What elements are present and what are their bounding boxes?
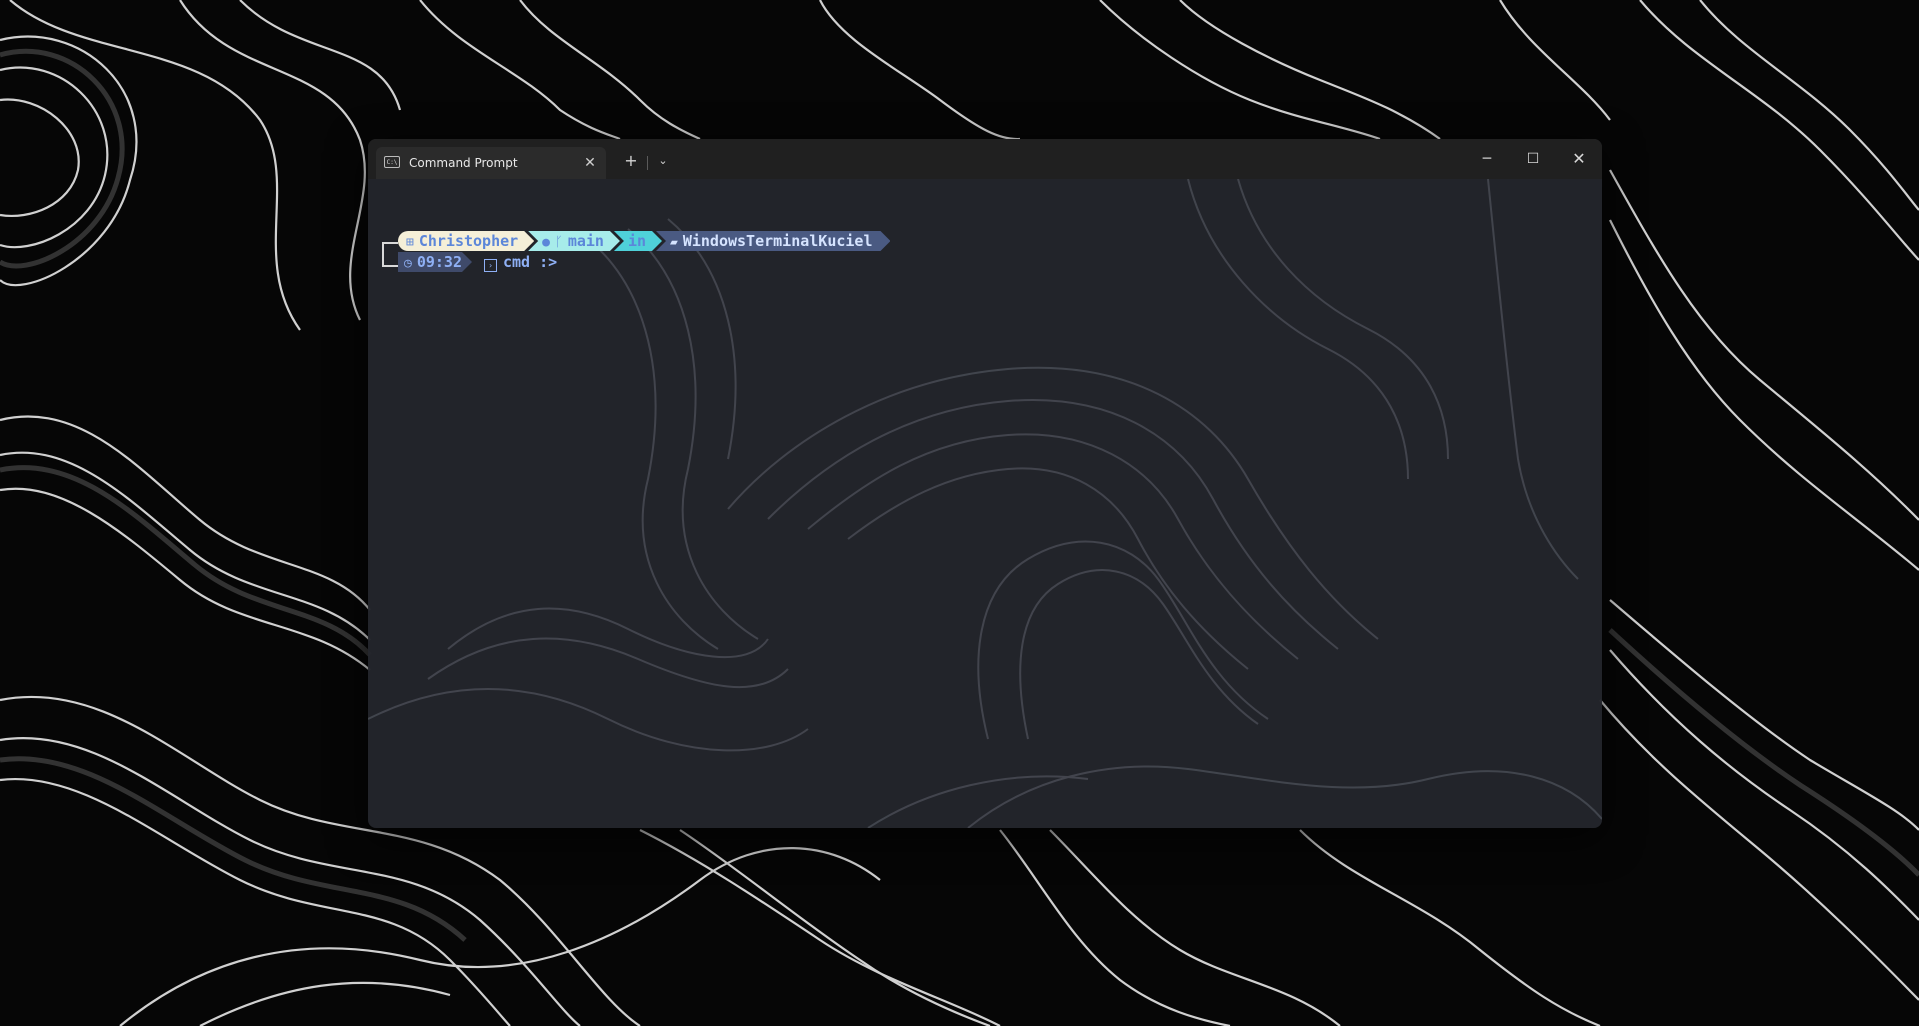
prompt-branch: main (567, 232, 604, 250)
shell-indicator: › cmd :> (472, 253, 557, 272)
close-tab-icon[interactable]: ✕ (580, 153, 600, 173)
git-segment: ● ᚴ main (528, 231, 620, 251)
terminal-content[interactable]: ⊞ Christopher ● ᚴ main in ▰ WindowsTerminalK… (368, 179, 1602, 828)
new-tab-button[interactable]: + (618, 147, 644, 175)
terminal-icon: › (483, 258, 497, 272)
chevron-down-icon[interactable]: ⌄ (652, 147, 674, 175)
github-icon: ● (542, 235, 550, 250)
prompt-time: 09:32 (416, 253, 462, 271)
close-window-button[interactable]: ✕ (1556, 139, 1602, 179)
prompt-bracket (382, 242, 398, 267)
title-bar: C:\ Command Prompt ✕ + ⌄ ─ ☐ ✕ (368, 139, 1602, 179)
windows-icon: ⊞ (406, 235, 414, 250)
tab-button-divider (647, 156, 648, 170)
prompt-line-1: ⊞ Christopher ● ᚴ main in ▰ WindowsTerminalK… (398, 231, 890, 251)
prompt-cursor: :> (539, 252, 558, 271)
tab-title: Command Prompt (409, 156, 518, 170)
folder-open-icon: ▰ (670, 235, 678, 250)
command-prompt-icon: C:\ (384, 156, 400, 168)
prompt-line-2: ◷ 09:32 › cmd :> (398, 252, 557, 272)
clock-icon: ◷ (404, 256, 412, 271)
time-segment: ◷ 09:32 (398, 252, 472, 272)
minimize-button[interactable]: ─ (1464, 139, 1510, 179)
tab-command-prompt[interactable]: C:\ Command Prompt ✕ (376, 147, 606, 179)
prompt-directory: WindowsTerminalKuciel (682, 232, 873, 250)
git-branch-icon: ᚴ (555, 235, 563, 250)
prompt-shell: cmd (502, 252, 531, 271)
in-segment: in (614, 231, 662, 251)
user-segment: ⊞ Christopher (398, 231, 534, 251)
prompt-in-label: in (627, 232, 646, 250)
prompt-user: Christopher (418, 232, 519, 250)
maximize-button[interactable]: ☐ (1510, 139, 1556, 179)
path-segment: ▰ WindowsTerminalKuciel (656, 231, 890, 251)
terminal-window: C:\ Command Prompt ✕ + ⌄ ─ ☐ ✕ ⊞ Christop… (368, 139, 1602, 828)
